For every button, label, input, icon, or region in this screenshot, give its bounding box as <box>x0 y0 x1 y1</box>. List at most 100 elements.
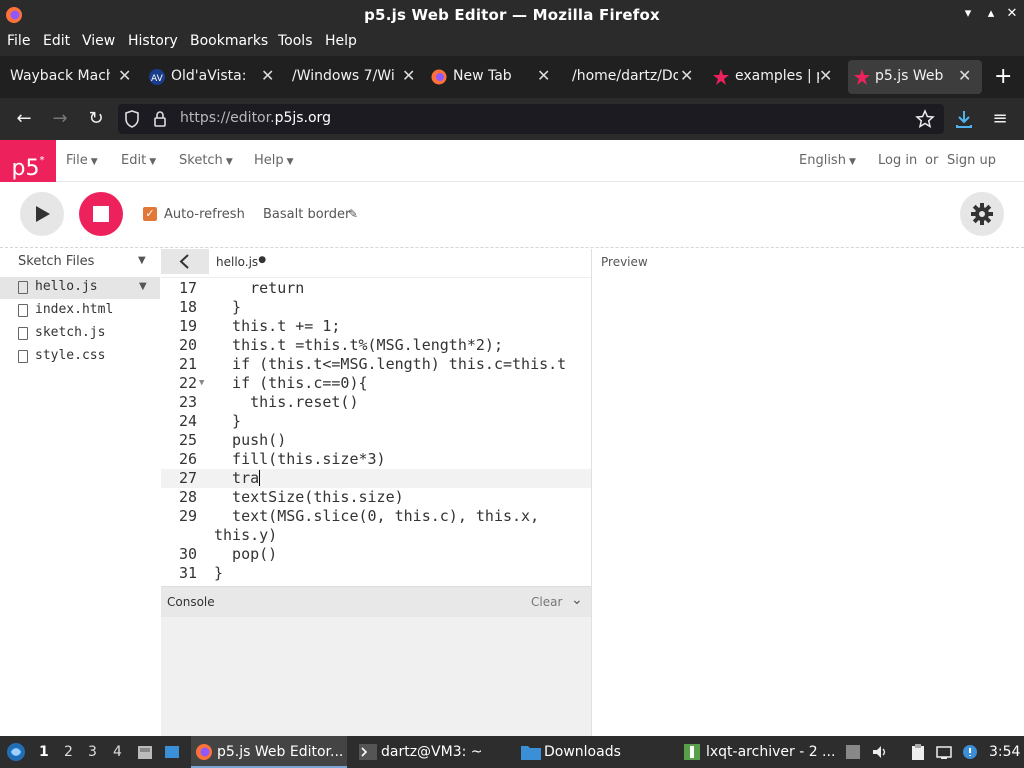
fold-icon[interactable]: ▼ <box>199 374 204 393</box>
signup-link[interactable]: Sign up <box>947 153 996 168</box>
desktop-4[interactable]: 4 <box>113 744 122 760</box>
code-line[interactable]: 22 ▼ if (this.c==0){ <box>161 374 591 393</box>
p5-menu-sketch[interactable]: Sketch ▼ <box>179 153 233 168</box>
network-icon[interactable] <box>936 744 952 760</box>
tab-strip: Wayback Machi ✕ AV Old'aVista: H ✕ /Wind… <box>0 56 1024 98</box>
desktop-3[interactable]: 3 <box>88 744 97 760</box>
tab-home-folder[interactable]: /home/dartz/Do ✕ <box>566 60 704 94</box>
firefox-icon <box>196 744 212 760</box>
line-number: 28 <box>178 488 197 506</box>
collapse-sidebar-button[interactable] <box>161 249 209 274</box>
code-text: } <box>214 564 224 582</box>
forward-icon[interactable]: → <box>48 108 72 130</box>
code-line[interactable]: 26 fill(this.size*3) <box>161 450 591 469</box>
p5-logo[interactable]: p5* <box>0 140 56 182</box>
code-line[interactable]: 18 } <box>161 298 591 317</box>
url-bar[interactable]: https://editor.p5js.org <box>118 104 944 134</box>
close-icon[interactable]: ✕ <box>958 66 971 85</box>
tab-new-tab[interactable]: New Tab ✕ <box>425 60 563 94</box>
volume-icon[interactable] <box>872 744 888 760</box>
sidebar-title: Sketch Files <box>18 254 95 269</box>
code-line[interactable]: 23 this.reset() <box>161 393 591 412</box>
desktop-2[interactable]: 2 <box>64 744 73 760</box>
clipboard-icon[interactable] <box>910 744 926 760</box>
panel-divider[interactable] <box>591 249 592 736</box>
minimize-icon[interactable]: ▾ <box>958 4 978 24</box>
settings-button[interactable] <box>960 192 1004 236</box>
chevron-down-icon[interactable]: ⌄ <box>571 592 583 608</box>
close-icon[interactable]: ✕ <box>261 66 274 85</box>
code-editor[interactable]: 17 return 18 } 19 this.t += 1; 20 this.t =t… <box>161 277 591 585</box>
menu-help[interactable]: Help <box>325 33 357 49</box>
close-icon[interactable]: ✕ <box>402 66 415 85</box>
stop-button[interactable] <box>79 192 123 236</box>
close-icon[interactable]: ✕ <box>537 66 550 85</box>
file-cabinet-icon[interactable] <box>137 744 153 760</box>
code-line[interactable]: 21 if (this.t<=MSG.length) this.c=this.t <box>161 355 591 374</box>
desktop-1[interactable]: 1 <box>39 744 49 760</box>
code-line[interactable]: 30 pop() <box>161 545 591 564</box>
play-button[interactable] <box>20 192 64 236</box>
line-number: 18 <box>178 298 197 316</box>
language-selector[interactable]: English ▼ <box>799 153 856 168</box>
pencil-icon[interactable]: ✎ <box>348 207 358 221</box>
close-icon[interactable]: ✕ <box>680 66 693 85</box>
lock-icon[interactable] <box>150 109 170 129</box>
p5-menu-file[interactable]: File ▼ <box>66 153 98 168</box>
login-link[interactable]: Log in <box>878 153 917 168</box>
menu-bookmarks[interactable]: Bookmarks <box>190 33 268 49</box>
taskbar-app-terminal[interactable]: dartz@VM3: ~ <box>355 736 511 768</box>
bookmark-star-icon[interactable] <box>915 109 935 129</box>
chevron-down-icon[interactable]: ▼ <box>139 281 147 292</box>
console-clear-button[interactable]: Clear <box>531 595 562 609</box>
keyboard-icon[interactable] <box>845 744 861 760</box>
taskbar-app-archiver[interactable]: lxqt-archiver - 2 ... <box>683 736 839 768</box>
chevron-down-icon: ▼ <box>90 157 98 167</box>
code-line[interactable]: this.y) <box>161 526 591 545</box>
menu-view[interactable]: View <box>82 33 115 49</box>
taskbar-app-firefox[interactable]: p5.js Web Editor... <box>191 736 347 768</box>
chevron-down-icon[interactable]: ▼ <box>138 255 146 266</box>
back-icon[interactable]: ← <box>12 108 36 130</box>
code-line[interactable]: 31} <box>161 564 591 583</box>
close-icon[interactable]: ✕ <box>118 66 131 85</box>
close-icon[interactable]: ✕ <box>1002 4 1022 24</box>
shield-icon[interactable] <box>122 109 142 129</box>
show-desktop-icon[interactable] <box>164 744 180 760</box>
tab-windows7[interactable]: /Windows 7/Wir ✕ <box>284 60 422 94</box>
taskbar-app-downloads[interactable]: Downloads <box>519 736 675 768</box>
menu-edit[interactable]: Edit <box>43 33 70 49</box>
code-line[interactable]: 27 tra <box>161 469 591 488</box>
code-line[interactable]: 25 push() <box>161 431 591 450</box>
code-line[interactable]: 17 return <box>161 279 591 298</box>
code-line[interactable]: 20 this.t =this.t%(MSG.length*2); <box>161 336 591 355</box>
file-item[interactable]: style.css <box>0 346 160 368</box>
code-line[interactable]: 28 textSize(this.size) <box>161 488 591 507</box>
url-text[interactable]: https://editor.p5js.org <box>180 110 331 126</box>
file-item[interactable]: hello.js ▼ <box>0 277 160 299</box>
close-icon[interactable]: ✕ <box>819 66 832 85</box>
update-notifier-icon[interactable] <box>962 744 978 760</box>
start-menu-icon[interactable] <box>6 742 26 762</box>
tab-wayback[interactable]: Wayback Machi ✕ <box>2 60 140 94</box>
p5-menu-help[interactable]: Help ▼ <box>254 153 294 168</box>
code-line[interactable]: 19 this.t += 1; <box>161 317 591 336</box>
reload-icon[interactable]: ↻ <box>84 108 108 130</box>
auto-refresh-checkbox[interactable]: ✓ <box>143 207 157 221</box>
hamburger-menu-icon[interactable]: ≡ <box>988 108 1012 130</box>
new-tab-button[interactable]: + <box>994 64 1012 89</box>
code-line[interactable]: 24 } <box>161 412 591 431</box>
menu-tools[interactable]: Tools <box>278 33 313 49</box>
maximize-icon[interactable]: ▴ <box>981 4 1001 24</box>
tab-examples[interactable]: examples | p ✕ <box>707 60 845 94</box>
menu-history[interactable]: History <box>128 33 178 49</box>
file-item[interactable]: index.html <box>0 300 160 322</box>
code-line[interactable]: 29 text(MSG.slice(0, this.c), this.x, <box>161 507 591 526</box>
tab-oldavista[interactable]: AV Old'aVista: H ✕ <box>143 60 281 94</box>
file-item[interactable]: sketch.js <box>0 323 160 345</box>
sketch-name[interactable]: Basalt border <box>263 207 350 222</box>
menu-file[interactable]: File <box>7 33 30 49</box>
download-icon[interactable] <box>954 108 974 130</box>
p5-menu-edit[interactable]: Edit ▼ <box>121 153 156 168</box>
tab-p5-editor[interactable]: p5.js Web Ed ✕ <box>848 60 982 94</box>
